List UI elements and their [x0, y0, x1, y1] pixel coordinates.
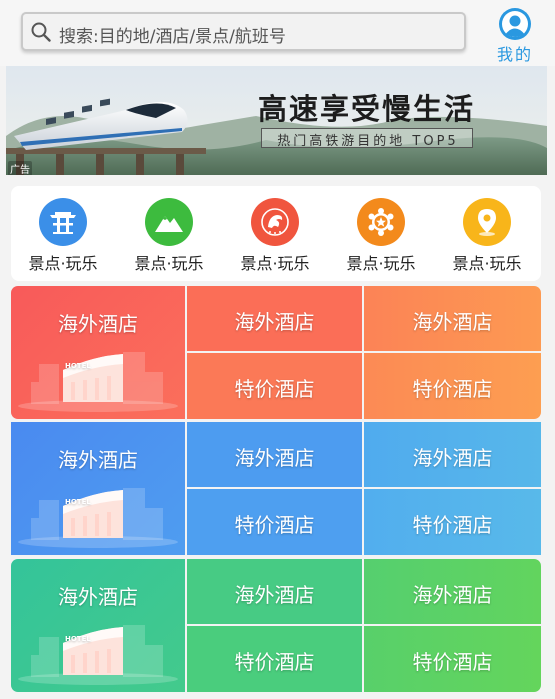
svg-text:HOTEL: HOTEL: [65, 498, 91, 506]
me-button[interactable]: 我的: [490, 8, 540, 64]
hotel-tile[interactable]: 特价酒店: [364, 353, 541, 419]
hotel-tile-label: 特价酒店: [412, 377, 493, 401]
hotel-tile-label: 海外酒店: [412, 583, 493, 607]
hotel-building-icon: HOTEL: [18, 625, 178, 685]
search-input[interactable]: 搜索:目的地/酒店/景点/航班号: [21, 12, 466, 51]
hotel-section-blue: 海外酒店 HOTEL 海外酒店 海外酒店 特价酒店 特价酒店: [11, 422, 541, 555]
flower-badge-icon: [357, 198, 405, 246]
hotel-tile[interactable]: 海外酒店: [364, 286, 541, 351]
search-placeholder: 搜索:目的地/酒店/景点/航班号: [59, 27, 286, 47]
hotel-tile-label: 特价酒店: [234, 650, 315, 674]
hotel-tile[interactable]: 特价酒店: [364, 489, 541, 555]
hotel-main-tile[interactable]: 海外酒店 HOTEL: [11, 422, 185, 555]
hotel-tile-label: 海外酒店: [412, 310, 493, 334]
hotel-tile[interactable]: 海外酒店: [187, 559, 362, 624]
hotel-tile[interactable]: 特价酒店: [187, 489, 362, 555]
hotel-section-green: 海外酒店 HOTEL 海外酒店 海外酒店 特价酒店 特价酒店: [11, 559, 541, 692]
mountain-icon: [145, 198, 193, 246]
hotel-tile[interactable]: 特价酒店: [187, 353, 362, 419]
top-bar: 搜索:目的地/酒店/景点/航班号 我的: [0, 0, 555, 66]
category-item-1[interactable]: 景点·玩乐: [23, 198, 103, 274]
hotel-tile-label: 特价酒店: [412, 650, 493, 674]
category-label-2: 景点·玩乐: [134, 254, 204, 273]
hotel-tile-label: 海外酒店: [234, 446, 315, 470]
banner-subtitle: 热门高铁游目的地 TOP5: [277, 134, 459, 149]
hotel-tile-label: 特价酒店: [234, 377, 315, 401]
hotel-tile[interactable]: 海外酒店: [187, 422, 362, 487]
category-label-3: 景点·玩乐: [240, 254, 310, 273]
hotel-building-icon: HOTEL: [18, 488, 178, 548]
svg-text:HOTEL: HOTEL: [65, 635, 91, 643]
hotel-tile[interactable]: 海外酒店: [187, 286, 362, 351]
me-label: 我的: [496, 45, 533, 64]
category-label-5: 景点·玩乐: [452, 254, 522, 273]
hotel-main-label: 海外酒店: [58, 585, 138, 609]
category-item-5[interactable]: 景点·玩乐: [447, 198, 527, 274]
dragon-badge-icon: [251, 198, 299, 246]
ad-tag: 广告: [8, 161, 32, 175]
category-label-1: 景点·玩乐: [28, 254, 98, 273]
map-pin-icon: [463, 198, 511, 246]
hotel-tile[interactable]: 海外酒店: [364, 559, 541, 624]
hotel-section-red: 海外酒店 HOTEL 海外酒店 海外酒店 特价酒店 特价酒店: [11, 286, 541, 419]
hotel-tile-label: 海外酒店: [234, 310, 315, 334]
hotel-main-label: 海外酒店: [58, 312, 138, 336]
category-item-3[interactable]: 景点·玩乐: [235, 198, 315, 274]
category-item-2[interactable]: 景点·玩乐: [129, 198, 209, 274]
pagoda-icon: [39, 198, 87, 246]
hotel-tile-label: 特价酒店: [234, 513, 315, 537]
banner-subtitle-box: 热门高铁游目的地 TOP5: [261, 128, 473, 149]
search-icon: [31, 22, 51, 42]
hotel-tile[interactable]: 特价酒店: [187, 626, 362, 692]
user-avatar-icon: [499, 8, 531, 40]
hotel-tile[interactable]: 海外酒店: [364, 422, 541, 487]
category-item-4[interactable]: 景点·玩乐: [341, 198, 421, 274]
svg-text:HOTEL: HOTEL: [65, 362, 91, 370]
hotel-tile[interactable]: 特价酒店: [364, 626, 541, 692]
hotel-building-icon: HOTEL: [18, 352, 178, 412]
hotel-tile-label: 海外酒店: [234, 583, 315, 607]
hotel-tile-label: 海外酒店: [412, 446, 493, 470]
category-icon-row: 景点·玩乐 景点·玩乐 景点·玩乐 景点·玩乐 景点·玩乐: [11, 186, 541, 281]
hotel-main-tile[interactable]: 海外酒店 HOTEL: [11, 286, 185, 419]
hotel-tile-label: 特价酒店: [412, 513, 493, 537]
hotel-main-label: 海外酒店: [58, 448, 138, 472]
banner-title: 高速享受慢生活: [258, 92, 476, 126]
category-label-4: 景点·玩乐: [346, 254, 416, 273]
hotel-main-tile[interactable]: 海外酒店 HOTEL: [11, 559, 185, 692]
promo-banner[interactable]: 高速享受慢生活 热门高铁游目的地 TOP5 广告: [6, 66, 547, 175]
